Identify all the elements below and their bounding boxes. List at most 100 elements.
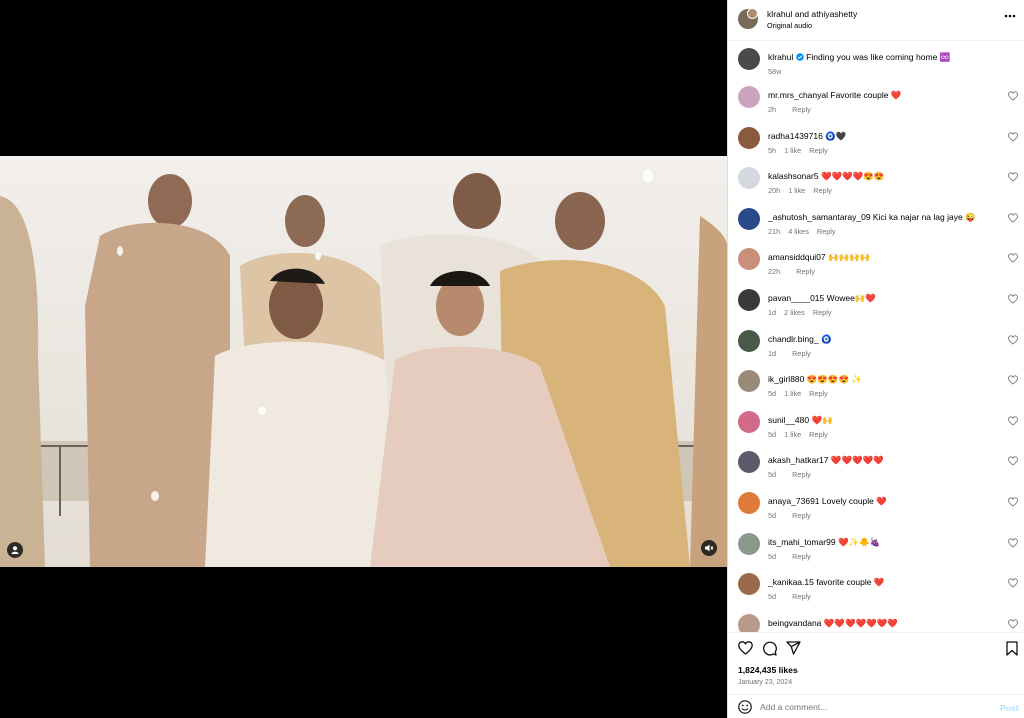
comment-body: mr.mrs_chanyal Favorite couple ❤️	[768, 90, 994, 101]
comment-likes[interactable]: 1 like	[784, 146, 801, 155]
comment-icon[interactable]	[762, 641, 777, 656]
caption-avatar[interactable]	[738, 48, 760, 70]
likes-count[interactable]: 1,824,435 likes	[738, 665, 798, 675]
comment-avatar[interactable]	[738, 127, 760, 149]
comment-reply-button[interactable]: Reply	[792, 470, 811, 479]
comment-avatar[interactable]	[738, 451, 760, 473]
add-comment-bar: Post	[728, 694, 1024, 718]
comment-reply-button[interactable]: Reply	[792, 552, 811, 561]
comment-like-icon[interactable]	[1008, 253, 1018, 263]
caption-username[interactable]: klrahul	[768, 52, 793, 62]
comment-username[interactable]: sunil__480	[768, 415, 809, 425]
audio-label[interactable]: Original audio	[767, 21, 812, 30]
comment-reply-button[interactable]: Reply	[796, 267, 815, 276]
comment-like-icon[interactable]	[1008, 456, 1018, 466]
more-horizontal-icon[interactable]	[1004, 14, 1016, 18]
post-comment-button[interactable]: Post	[1000, 703, 1019, 713]
comment-avatar[interactable]	[738, 208, 760, 230]
comment-avatar[interactable]	[738, 86, 760, 108]
comment-username[interactable]: ik_girl880	[768, 374, 804, 384]
comment-body: its_mahi_tomar99 ❤️✨🐥🍇	[768, 537, 994, 548]
comment-time: 5d	[768, 511, 777, 520]
comment-likes[interactable]: 1 like	[784, 430, 801, 439]
comment-reply-button[interactable]: Reply	[817, 227, 836, 236]
comment-username[interactable]: mr.mrs_chanyal	[768, 90, 828, 100]
comment-time: 5h	[768, 146, 777, 155]
comment-avatar[interactable]	[738, 248, 760, 270]
comment-avatar[interactable]	[738, 411, 760, 433]
comment-like-icon[interactable]	[1008, 416, 1018, 426]
comments-list[interactable]: mr.mrs_chanyal Favorite couple ❤️ 2h Reply…	[728, 84, 1024, 632]
comment-time: 5d	[768, 592, 777, 601]
heart-outline-icon[interactable]	[738, 641, 753, 655]
comment-text: favorite couple ❤️	[816, 577, 885, 587]
comment-reply-button[interactable]: Reply	[792, 349, 811, 358]
comment-like-icon[interactable]	[1008, 172, 1018, 182]
comment-input[interactable]	[760, 700, 980, 714]
comment-like-icon[interactable]	[1008, 132, 1018, 142]
comment-meta: 1d 2 likes Reply	[768, 308, 839, 317]
tagged-users-button[interactable]	[7, 542, 23, 558]
caption-time: 58w	[768, 67, 782, 76]
coauthor-avatar[interactable]	[747, 8, 758, 19]
mute-button[interactable]	[701, 540, 717, 556]
comment-like-icon[interactable]	[1008, 91, 1018, 101]
send-icon[interactable]	[786, 641, 801, 655]
comment-username[interactable]: _ashutosh_samantaray_09	[768, 212, 871, 222]
comment-meta: 2h Reply	[768, 105, 819, 114]
comment-likes[interactable]: 4 likes	[788, 227, 809, 236]
comment-like-icon[interactable]	[1008, 497, 1018, 507]
post-date[interactable]: January 23, 2024	[738, 679, 792, 686]
comment-avatar[interactable]	[738, 492, 760, 514]
comment-reply-button[interactable]: Reply	[809, 146, 828, 155]
comment-likes[interactable]: 1 like	[788, 186, 805, 195]
comment-avatar[interactable]	[738, 289, 760, 311]
comment-time: 5d	[768, 552, 777, 561]
comment-avatar[interactable]	[738, 614, 760, 632]
comment-like-icon[interactable]	[1008, 619, 1018, 629]
comment-text: Kici ka najar na lag jaye 😜	[872, 212, 976, 222]
comment-reply-button[interactable]: Reply	[792, 511, 811, 520]
comment-username[interactable]: radha1439716	[768, 131, 823, 141]
comment-username[interactable]: kalashsonar5	[768, 171, 819, 181]
comment-reply-button[interactable]: Reply	[792, 592, 811, 601]
comment-likes[interactable]: 2 likes	[784, 308, 805, 317]
comment-avatar[interactable]	[738, 533, 760, 555]
bookmark-icon[interactable]	[1006, 641, 1018, 656]
comment-like-icon[interactable]	[1008, 294, 1018, 304]
comment-row: radha1439716 🧿🖤 5h 1 like Reply	[738, 125, 1018, 165]
comment-row: akash_hatkar17 ❤️❤️❤️❤️❤️ 5d Reply	[738, 449, 1018, 489]
post-authors[interactable]: klrahul and athiyashetty	[767, 9, 857, 19]
comment-like-icon[interactable]	[1008, 213, 1018, 223]
comment-username[interactable]: amansiddqui07	[768, 252, 826, 262]
comment-like-icon[interactable]	[1008, 538, 1018, 548]
caption-text: Finding you was like coming home ♾️	[806, 52, 951, 62]
comment-avatar[interactable]	[738, 167, 760, 189]
comment-reply-button[interactable]: Reply	[809, 389, 828, 398]
comment-avatar[interactable]	[738, 330, 760, 352]
comment-reply-button[interactable]: Reply	[813, 308, 832, 317]
comment-username[interactable]: anaya_73691	[768, 496, 820, 506]
comment-reply-button[interactable]: Reply	[792, 105, 811, 114]
comment-username[interactable]: its_mahi_tomar99	[768, 537, 836, 547]
comment-reply-button[interactable]: Reply	[813, 186, 832, 195]
comment-avatar[interactable]	[738, 370, 760, 392]
comment-username[interactable]: beingvandana	[768, 618, 821, 628]
post-video[interactable]	[0, 156, 727, 567]
comment-text: ❤️❤️❤️❤️❤️❤️❤️	[823, 618, 898, 628]
comment-reply-button[interactable]: Reply	[809, 430, 828, 439]
comment-like-icon[interactable]	[1008, 578, 1018, 588]
comment-like-icon[interactable]	[1008, 335, 1018, 345]
comment-body: chandlr.bing_ 🧿	[768, 334, 994, 345]
comment-time: 21h	[768, 227, 781, 236]
comment-avatar[interactable]	[738, 573, 760, 595]
comment-username[interactable]: _kanikaa.15	[768, 577, 814, 587]
comment-username[interactable]: chandlr.bing_	[768, 334, 819, 344]
emoji-icon[interactable]	[738, 700, 752, 714]
comment-time: 20h	[768, 186, 781, 195]
comment-username[interactable]: akash_hatkar17	[768, 455, 829, 465]
comment-text: ❤️❤️❤️❤️❤️	[830, 455, 884, 465]
comment-like-icon[interactable]	[1008, 375, 1018, 385]
comment-likes[interactable]: 1 like	[784, 389, 801, 398]
comment-username[interactable]: pavan____015	[768, 293, 824, 303]
